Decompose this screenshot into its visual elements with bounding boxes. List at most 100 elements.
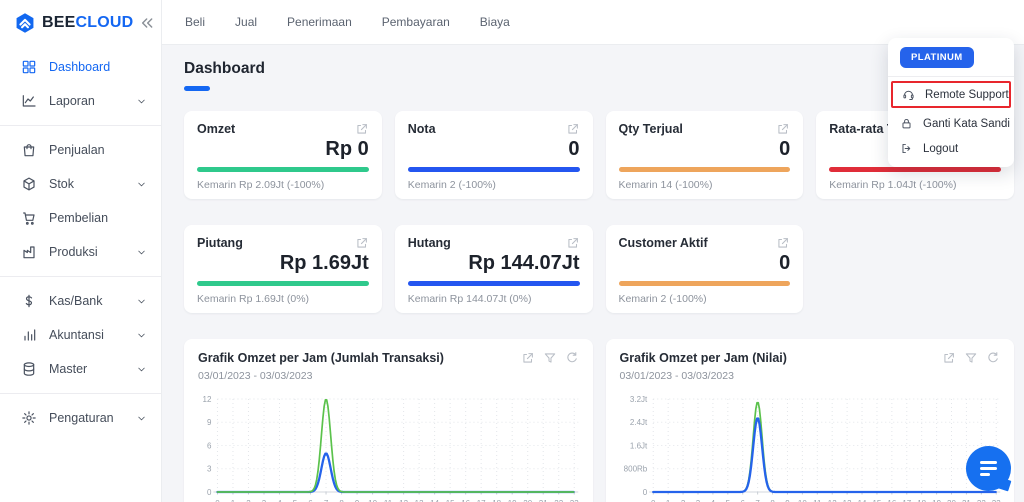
grid-icon bbox=[21, 59, 37, 75]
sidebar-item-label: Produksi bbox=[49, 245, 98, 259]
card-piutang: Piutang Rp 1.69Jt Kemarin Rp 1.69Jt (0%) bbox=[184, 225, 382, 313]
sidebar-item-stok[interactable]: Stok bbox=[0, 167, 161, 201]
sidebar-item-kas-bank[interactable]: Kas/Bank bbox=[0, 284, 161, 318]
card-omzet: Omzet Rp 0 Kemarin Rp 2.09Jt (-100%) bbox=[184, 111, 382, 199]
chevron-down-icon bbox=[136, 247, 147, 258]
plan-badge[interactable]: PLATINUM bbox=[900, 47, 974, 68]
chart-title: Grafik Omzet per Jam (Nilai) bbox=[619, 351, 787, 365]
external-link-icon[interactable] bbox=[355, 122, 369, 136]
metric-bar bbox=[407, 281, 580, 286]
external-link-icon[interactable] bbox=[942, 351, 956, 365]
chart-toolbar bbox=[942, 351, 1000, 365]
card-subtitle: Kemarin Rp 2.09Jt (-100%) bbox=[197, 179, 325, 191]
logout-icon bbox=[900, 142, 913, 155]
external-link-icon[interactable] bbox=[776, 236, 790, 250]
sidebar-item-laporan[interactable]: Laporan bbox=[0, 84, 161, 118]
external-link-icon[interactable] bbox=[776, 122, 790, 136]
card-header: Customer Aktif bbox=[619, 236, 791, 250]
svg-text:3.2Jt: 3.2Jt bbox=[629, 395, 647, 404]
chevron-down-icon bbox=[136, 296, 147, 307]
chart-header-text: Grafik Omzet per Jam (Nilai) 03/01/2023 -… bbox=[620, 351, 787, 382]
logo-row: BEECLOUD bbox=[0, 0, 161, 42]
svg-text:9: 9 bbox=[207, 418, 212, 427]
card-value: 0 bbox=[779, 252, 791, 274]
menu-item-label: Remote Support bbox=[925, 88, 1009, 101]
card-header: Omzet bbox=[197, 122, 369, 136]
dollar-icon bbox=[21, 293, 37, 309]
chevron-down-icon bbox=[136, 330, 147, 341]
sidebar-item-label: Laporan bbox=[49, 94, 95, 108]
external-link-icon[interactable] bbox=[521, 351, 535, 365]
app-root: BEECLOUD Dashboard Laporan Penjualan Stok Pe… bbox=[0, 0, 1024, 502]
top-nav: Beli Jual Penerimaan Pembayaran Biaya bbox=[185, 15, 540, 29]
refresh-icon[interactable] bbox=[565, 351, 579, 365]
sidebar-item-penjualan[interactable]: Penjualan bbox=[0, 133, 161, 167]
svg-text:3: 3 bbox=[207, 465, 212, 474]
dashboard-grid: Omzet Rp 0 Kemarin Rp 2.09Jt (-100%) Nota 0 K… bbox=[184, 111, 1014, 502]
topnav-penerimaan[interactable]: Penerimaan bbox=[287, 15, 352, 29]
sidebar-item-dashboard[interactable]: Dashboard bbox=[0, 50, 161, 84]
sidebar-item-master[interactable]: Master bbox=[0, 352, 161, 386]
external-link-icon[interactable] bbox=[566, 236, 580, 250]
card-title: Qty Terjual bbox=[618, 122, 683, 136]
external-link-icon[interactable] bbox=[566, 122, 580, 136]
menu-divider bbox=[888, 76, 1014, 77]
menu-item-logout[interactable]: Logout bbox=[888, 136, 1014, 161]
card-subtitle: Kemarin 2 (-100%) bbox=[618, 293, 707, 305]
chart-title: Grafik Omzet per Jam (Jumlah Transaksi) bbox=[198, 351, 444, 365]
chevron-down-icon bbox=[136, 413, 147, 424]
chart-header: Grafik Omzet per Jam (Jumlah Transaksi) 0… bbox=[198, 351, 579, 382]
refresh-icon[interactable] bbox=[986, 351, 1000, 365]
sidebar-item-produksi[interactable]: Produksi bbox=[0, 235, 161, 269]
topnav-beli[interactable]: Beli bbox=[185, 15, 205, 29]
svg-text:0: 0 bbox=[642, 488, 647, 497]
bar-chart-icon bbox=[21, 327, 37, 343]
filter-icon[interactable] bbox=[964, 351, 978, 365]
chart-date-range: 03/01/2023 - 03/03/2023 bbox=[619, 370, 734, 382]
sidebar-item-label: Pengaturan bbox=[49, 411, 114, 425]
topnav-jual[interactable]: Jual bbox=[235, 15, 257, 29]
chart-header-text: Grafik Omzet per Jam (Jumlah Transaksi) 0… bbox=[198, 351, 444, 382]
metric-bar bbox=[618, 281, 791, 286]
card-value: Rp 0 bbox=[325, 138, 369, 160]
topnav-biaya[interactable]: Biaya bbox=[480, 15, 510, 29]
chart-date-range: 03/01/2023 - 03/03/2023 bbox=[198, 370, 313, 382]
filter-icon[interactable] bbox=[543, 351, 557, 365]
card-header: Piutang bbox=[197, 236, 369, 250]
sidebar-collapse-icon[interactable] bbox=[139, 15, 155, 31]
chat-button[interactable] bbox=[966, 446, 1011, 491]
factory-icon bbox=[21, 244, 37, 260]
chart-card-grafik-omzet-per-jam-nilai: Grafik Omzet per Jam (Nilai) 03/01/2023 -… bbox=[605, 339, 1014, 502]
svg-text:1.6Jt: 1.6Jt bbox=[629, 441, 647, 450]
sidebar-divider bbox=[0, 393, 161, 394]
menu-item-ganti-kata-sandi[interactable]: Ganti Kata Sandi bbox=[888, 111, 1014, 136]
database-icon bbox=[21, 361, 37, 377]
sidebar-item-label: Stok bbox=[49, 177, 75, 191]
sidebar-item-label: Pembelian bbox=[49, 211, 109, 225]
menu-item-label: Logout bbox=[923, 142, 959, 155]
card-title: Omzet bbox=[197, 122, 236, 136]
card-nota: Nota 0 Kemarin 2 (-100%) bbox=[394, 111, 593, 199]
metric-bar bbox=[197, 281, 369, 286]
card-value: 0 bbox=[779, 138, 791, 160]
sidebar-item-pengaturan[interactable]: Pengaturan bbox=[0, 401, 161, 435]
cube-icon bbox=[21, 176, 37, 192]
chevron-down-icon bbox=[136, 96, 147, 107]
external-link-icon[interactable] bbox=[355, 236, 369, 250]
metric-bar bbox=[829, 167, 1001, 172]
menu-item-remote-support[interactable]: Remote Support bbox=[891, 81, 1011, 108]
topnav-pembayaran[interactable]: Pembayaran bbox=[382, 15, 450, 29]
metric-bar bbox=[618, 167, 791, 172]
sidebar-item-pembelian[interactable]: Pembelian bbox=[0, 201, 161, 235]
gear-icon bbox=[21, 410, 37, 426]
card-header: Nota bbox=[408, 122, 580, 136]
line-chart: 0369120123456789101112131415161718192021… bbox=[203, 395, 580, 502]
metric-bar bbox=[197, 167, 369, 172]
sidebar-item-label: Master bbox=[49, 362, 88, 376]
sidebar-item-akuntansi[interactable]: Akuntansi bbox=[0, 318, 161, 352]
svg-text:0: 0 bbox=[207, 488, 212, 497]
metric-bar bbox=[407, 167, 580, 172]
chevron-down-icon bbox=[136, 179, 147, 190]
card-title: Hutang bbox=[407, 236, 451, 250]
chat-lines-icon bbox=[980, 460, 997, 477]
